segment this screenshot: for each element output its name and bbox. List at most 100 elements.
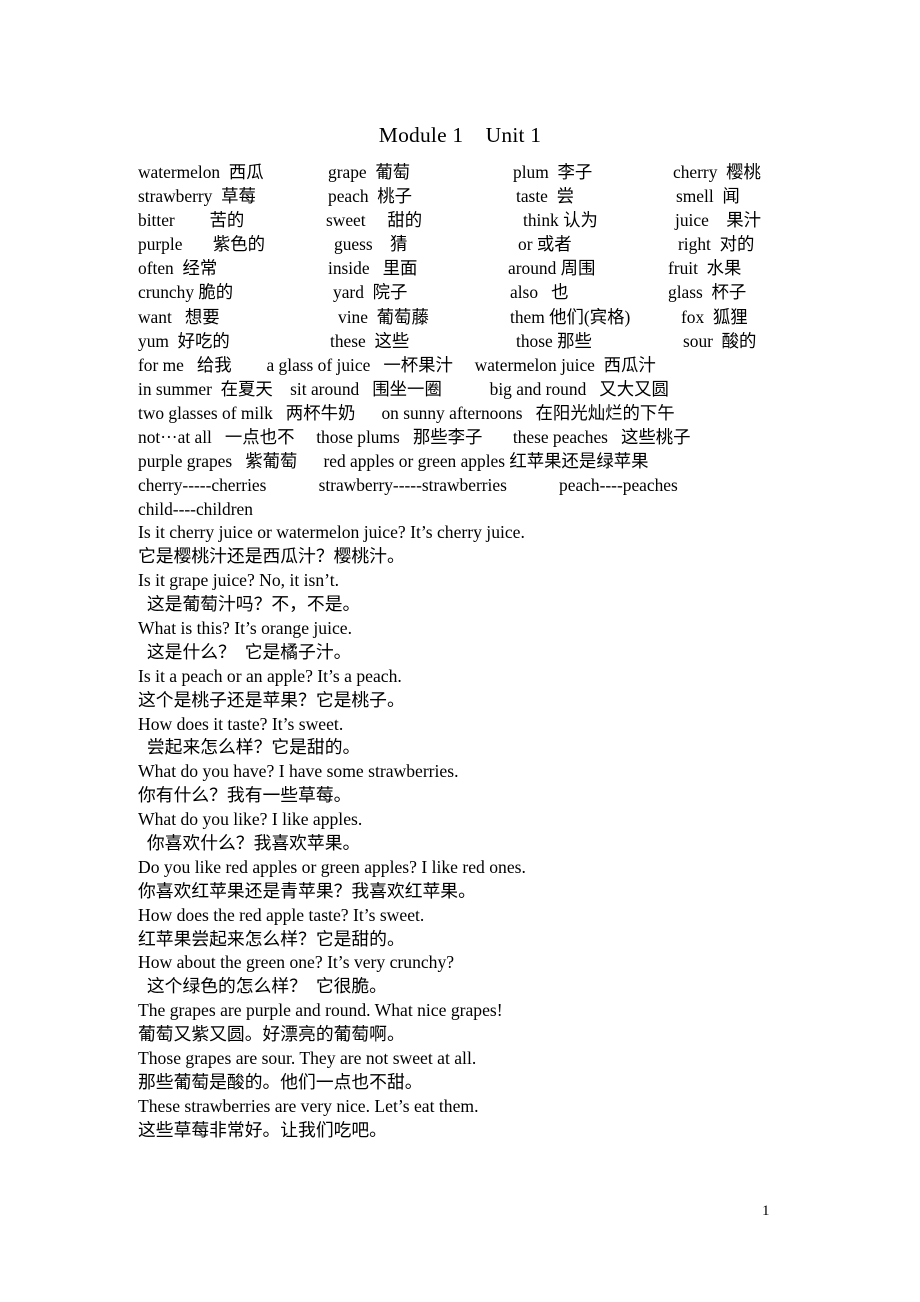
sentence-line-en: What do you like? I like apples. — [138, 809, 363, 830]
vocabulary-row: watermelon 西瓜 grape 葡萄 plum 李子 cherry 樱桃 — [138, 160, 798, 184]
vocabulary-word-en: grape — [328, 162, 367, 182]
vocabulary-word-zh: 葡萄 — [375, 162, 411, 182]
document-body: watermelon 西瓜 grape 葡萄 plum 李子 cherry 樱桃 str… — [138, 160, 798, 1143]
vocabulary-word-zh: 对的 — [719, 234, 755, 255]
vocabulary-word-en: glass — [668, 282, 703, 303]
vocabulary-row: purple 紫色的 guess 猜 or 或者 right 对的 — [138, 232, 798, 256]
vocabulary-word-zh: 脆的 — [198, 282, 234, 303]
sentence-line-en: Is it cherry juice or watermelon juice? … — [138, 522, 525, 543]
sentence-line-zh: 这些草莓非常好。让我们吃吧。 — [138, 1119, 387, 1140]
vocabulary-word-zh: 认为 — [563, 210, 598, 231]
sentence-line-en: How about the green one? It’s very crunc… — [138, 952, 455, 973]
sentence-line-en: What do you have? I have some strawberri… — [138, 761, 459, 782]
vocabulary-entry: watermelon 西瓜 — [138, 160, 264, 184]
vocabulary-word-en: right — [678, 234, 711, 255]
sentence-line-zh: 你喜欢什么？我喜欢苹果。 — [138, 832, 361, 853]
phrase-line: not···at all 一点也不 those plums 那些李子 these… — [138, 427, 691, 448]
vocabulary-entry: inside 里面 — [328, 256, 417, 280]
vocabulary-entry: vine 葡萄藤 — [338, 305, 429, 329]
vocabulary-word-zh: 尝 — [556, 186, 574, 207]
vocabulary-entry: fox 狐狸 — [681, 305, 748, 329]
vocabulary-word-zh: 想要 — [184, 306, 220, 327]
sentence-line-zh: 这个绿色的怎么样？ 它很脆。 — [138, 976, 387, 997]
sentence-line-en: Is it a peach or an apple? It’s a peach. — [138, 665, 402, 686]
vocabulary-word-en: guess — [334, 234, 373, 255]
vocabulary-word-zh: 果汁 — [726, 210, 761, 231]
vocabulary-word-en: fox — [681, 306, 705, 327]
sentence-line-en: How does the red apple taste? It’s sweet… — [138, 904, 425, 925]
vocabulary-entry: them 他们(宾格) — [510, 305, 630, 329]
sentence-line-zh: 那些葡萄是酸的。他们一点也不甜。 — [138, 1071, 423, 1092]
phrase-line: two glasses of milk 两杯牛奶 on sunny aftern… — [138, 402, 675, 423]
phrase-line: for me 给我 a glass of juice 一杯果汁 watermel… — [138, 354, 656, 375]
vocabulary-entry: guess 猜 — [334, 232, 407, 256]
vocabulary-entry: those 那些 — [516, 329, 592, 353]
vocabulary-entry: crunchy 脆的 — [138, 280, 233, 304]
vocabulary-word-en: sweet — [326, 210, 366, 231]
sentence-line-en: The grapes are purple and round. What ni… — [138, 1000, 503, 1021]
vocabulary-row: crunchy 脆的 yard 院子 also 也 glass 杯子 — [138, 280, 798, 304]
vocabulary-word-en: smell — [676, 186, 714, 207]
vocabulary-row: often 经常 inside 里面 around 周围 fruit 水果 — [138, 256, 798, 280]
vocabulary-word-zh: 苦的 — [209, 210, 245, 231]
vocabulary-word-zh: 好吃的 — [177, 330, 230, 351]
sentence-line-en: Those grapes are sour. They are not swee… — [138, 1048, 477, 1068]
sentence-line-zh: 它是樱桃汁还是西瓜汁？樱桃汁。 — [138, 546, 405, 567]
vocabulary-word-en: watermelon — [138, 162, 221, 182]
vocabulary-word-en: want — [138, 306, 172, 327]
vocabulary-word-zh: 草莓 — [221, 186, 256, 207]
sentence-line-zh: 这是什么？ 它是橘子汁。 — [138, 641, 352, 662]
plural-forms-list: cherry-----cherries strawberry-----straw… — [138, 473, 798, 521]
phrase-list: for me 给我 a glass of juice 一杯果汁 watermel… — [138, 353, 798, 473]
vocabulary-entry: yard 院子 — [333, 280, 407, 304]
vocabulary-word-en: these — [330, 330, 366, 351]
vocabulary-row: strawberry 草莓 peach 桃子 taste 尝 smell 闻 — [138, 184, 798, 208]
vocabulary-entry: grape 葡萄 — [328, 160, 410, 184]
vocabulary-word-zh: 葡萄藤 — [376, 306, 429, 327]
vocabulary-word-en: peach — [328, 186, 369, 207]
vocabulary-word-en: crunchy — [138, 282, 195, 303]
page-title: Module 1 Unit 1 — [378, 123, 542, 147]
vocabulary-entry: glass 杯子 — [668, 280, 746, 304]
vocabulary-entry: around 周围 — [508, 256, 595, 280]
vocabulary-word-zh: 他们(宾格) — [549, 306, 631, 327]
vocabulary-entry: taste 尝 — [516, 184, 574, 208]
vocabulary-word-en: purple — [138, 234, 183, 255]
vocabulary-word-zh: 或者 — [536, 234, 572, 255]
sentence-line-en: How does it taste? It’s sweet. — [138, 713, 344, 734]
vocabulary-word-zh: 李子 — [557, 162, 593, 182]
plural-form-line: cherry-----cherries strawberry-----straw… — [138, 475, 678, 496]
vocabulary-word-zh: 周围 — [560, 258, 596, 279]
vocabulary-word-zh: 狐狸 — [712, 306, 748, 327]
sentence-line-zh: 你有什么？我有一些草莓。 — [138, 785, 352, 806]
vocabulary-word-zh: 里面 — [382, 258, 418, 279]
vocabulary-word-zh: 杯子 — [711, 282, 747, 303]
vocabulary-row: yum 好吃的 these 这些 those 那些 sour 酸的 — [138, 329, 798, 353]
vocabulary-entry: strawberry 草莓 — [138, 184, 256, 208]
phrase-line: purple grapes 紫葡萄 red apples or green ap… — [138, 451, 649, 472]
sentence-line-zh: 尝起来怎么样？它是甜的。 — [138, 737, 361, 758]
vocabulary-word-zh: 经常 — [182, 258, 218, 279]
vocabulary-entry: sour 酸的 — [683, 329, 756, 353]
vocabulary-word-en: often — [138, 258, 174, 279]
vocabulary-word-zh: 也 — [551, 282, 569, 303]
sentence-line-zh: 这是葡萄汁吗？不，不是。 — [138, 594, 361, 615]
sentence-line-zh: 葡萄又紫又圆。好漂亮的葡萄啊。 — [138, 1024, 405, 1045]
vocabulary-word-zh: 桃子 — [377, 186, 413, 207]
vocabulary-word-zh: 闻 — [722, 186, 740, 207]
vocabulary-word-en: taste — [516, 186, 548, 207]
vocabulary-word-en: fruit — [668, 258, 698, 279]
vocabulary-entry: right 对的 — [678, 232, 754, 256]
vocabulary-word-zh: 这些 — [374, 330, 410, 351]
